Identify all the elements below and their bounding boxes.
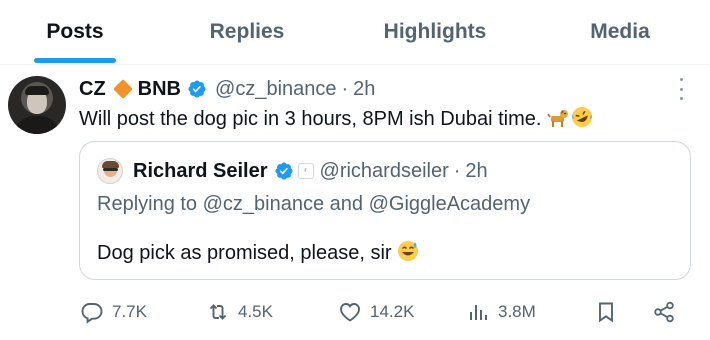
quoted-timestamp[interactable]: 2h <box>465 160 487 183</box>
reply-icon <box>81 303 103 324</box>
heart-icon <box>340 303 360 322</box>
tweet-action-bar: 7.7K 4.5K 14.2K 3.8M <box>0 296 710 328</box>
bookmark-button[interactable] <box>594 296 618 328</box>
verified-badge-icon[interactable] <box>274 161 294 181</box>
display-name-suffix[interactable]: BNB <box>138 78 181 101</box>
share-icon <box>654 301 674 323</box>
affiliate-badge-icon[interactable]: ʳ <box>297 163 314 179</box>
mention-link[interactable]: @GiggleAcademy <box>369 193 530 215</box>
views-bar-chart-icon <box>470 305 487 320</box>
quoted-tweet-card[interactable]: Richard Seiler ʳ @richardseiler · 2h Rep… <box>79 141 691 280</box>
quoted-user-handle[interactable]: @richardseiler <box>320 160 449 183</box>
mention-link[interactable]: @cz_binance <box>203 193 324 215</box>
replying-prefix: Replying to <box>97 193 203 215</box>
separator-dot: · <box>453 159 461 182</box>
rofl-emoji-icon <box>571 106 593 134</box>
quoted-tweet-text: Dog pick as promised, please, sir <box>97 240 419 268</box>
quoted-avatar[interactable] <box>97 158 123 184</box>
tab-posts[interactable]: Posts <box>30 0 120 64</box>
tweet-text: Will post the dog pic in 3 hours, 8PM is… <box>79 106 593 134</box>
reply-count: 7.7K <box>112 302 147 321</box>
tab-highlights[interactable]: Highlights <box>370 0 500 64</box>
views-button[interactable]: 3.8M <box>466 296 536 328</box>
like-count: 14.2K <box>370 302 415 321</box>
active-tab-indicator <box>34 58 116 63</box>
dog-emoji-icon <box>547 108 569 134</box>
display-name[interactable]: CZ <box>79 78 106 101</box>
separator-dot: · <box>341 77 349 100</box>
user-handle[interactable]: @cz_binance <box>215 78 336 101</box>
tab-highlights-label: Highlights <box>383 20 487 43</box>
replying-and: and <box>324 193 369 215</box>
tweet-header: CZ BNB @cz_binance · 2h <box>79 76 375 102</box>
view-count: 3.8M <box>498 302 536 321</box>
replying-to-line: Replying to @cz_binance and @GiggleAcade… <box>97 193 530 216</box>
verified-badge-icon[interactable] <box>187 79 207 99</box>
more-options-icon[interactable] <box>676 78 686 100</box>
reply-button[interactable]: 7.7K <box>80 296 147 328</box>
sweat-smile-emoji-icon <box>397 240 419 268</box>
tab-replies[interactable]: Replies <box>196 0 298 64</box>
timestamp[interactable]: 2h <box>353 78 375 101</box>
tweet-text-content: Will post the dog pic in 3 hours, 8PM is… <box>79 108 547 130</box>
tab-replies-label: Replies <box>209 20 285 43</box>
tab-posts-label: Posts <box>46 20 104 43</box>
repost-count: 4.5K <box>238 302 273 321</box>
quoted-tweet-text-content: Dog pick as promised, please, sir <box>97 242 398 264</box>
repost-icon <box>209 304 227 320</box>
diamond-icon <box>112 79 133 99</box>
like-button[interactable]: 14.2K <box>338 296 414 328</box>
quoted-display-name[interactable]: Richard Seiler <box>133 160 268 183</box>
profile-tabs: Posts Replies Highlights Media <box>0 0 710 65</box>
bookmark-icon <box>599 302 613 323</box>
quoted-tweet-header: Richard Seiler ʳ @richardseiler · 2h <box>133 159 488 183</box>
repost-button[interactable]: 4.5K <box>206 296 273 328</box>
tab-media-label: Media <box>590 20 650 43</box>
tab-media[interactable]: Media <box>576 0 664 64</box>
share-button[interactable] <box>652 296 676 328</box>
avatar[interactable] <box>8 76 66 134</box>
